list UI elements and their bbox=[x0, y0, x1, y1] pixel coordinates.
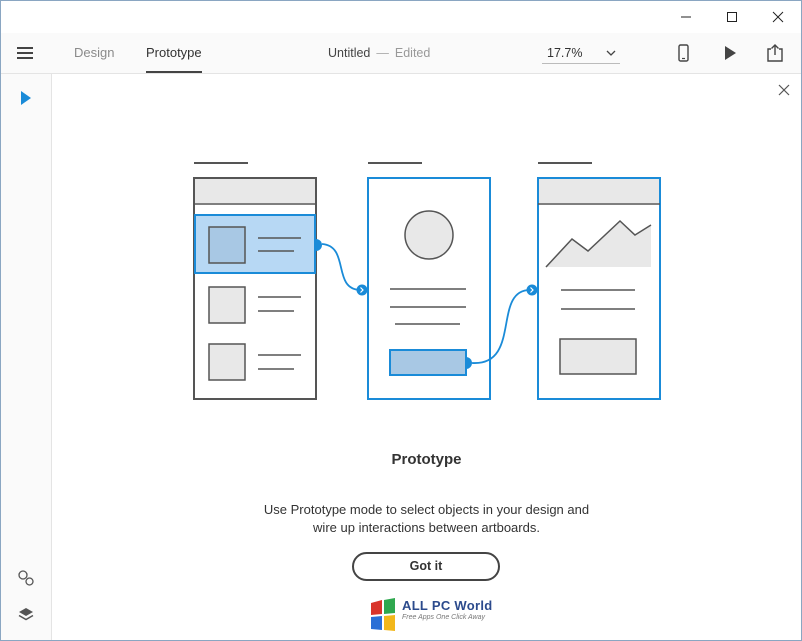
onboarding-description: Use Prototype mode to select objects in … bbox=[52, 501, 801, 537]
got-it-button[interactable]: Got it bbox=[352, 552, 500, 581]
symbols-icon[interactable] bbox=[16, 568, 36, 588]
description-line-2: wire up interactions between artboards. bbox=[313, 520, 540, 535]
artboard-chart bbox=[537, 162, 661, 400]
watermark-subtitle: Free Apps One Click Away bbox=[402, 614, 485, 621]
wire-handle bbox=[316, 239, 322, 251]
document-status: Edited bbox=[394, 46, 431, 60]
description-line-1: Use Prototype mode to select objects in … bbox=[263, 502, 590, 517]
chevron-down-icon[interactable] bbox=[605, 47, 617, 59]
artboard-list bbox=[193, 162, 317, 400]
minimize-button[interactable] bbox=[663, 1, 709, 33]
watermark-logo-icon bbox=[371, 598, 395, 631]
zoom-underline bbox=[542, 63, 620, 64]
arrow-select-icon[interactable] bbox=[17, 88, 33, 108]
phone-icon[interactable] bbox=[672, 43, 694, 63]
zoom-level[interactable]: 17.7% bbox=[547, 33, 582, 73]
document-title: Untitled — Edited bbox=[328, 33, 430, 73]
prototype-onboarding-panel: Prototype Use Prototype mode to select o… bbox=[52, 74, 801, 640]
maximize-icon bbox=[727, 12, 737, 22]
tab-prototype[interactable]: Prototype bbox=[146, 33, 202, 73]
wire-target-arrow bbox=[356, 284, 368, 296]
app-window: Design Prototype Untitled — Edited 17.7% bbox=[0, 0, 802, 641]
minimize-icon bbox=[681, 16, 691, 18]
left-toolbar bbox=[1, 74, 52, 640]
watermark-title: ALL PC World bbox=[402, 598, 493, 613]
layers-icon[interactable] bbox=[16, 605, 36, 625]
onboarding-title: Prototype bbox=[391, 451, 462, 468]
watermark: ALL PC World Free Apps One Click Away bbox=[365, 593, 495, 640]
document-name: Untitled bbox=[328, 46, 371, 60]
interaction-wire bbox=[321, 243, 361, 291]
tab-design[interactable]: Design bbox=[74, 33, 114, 73]
close-icon bbox=[772, 11, 784, 23]
title-separator: — bbox=[376, 46, 389, 60]
close-window-button[interactable] bbox=[755, 1, 801, 33]
app-header: Design Prototype Untitled — Edited 17.7% bbox=[1, 33, 801, 74]
maximize-button[interactable] bbox=[709, 1, 755, 33]
hamburger-menu-icon[interactable] bbox=[15, 44, 37, 62]
prototype-illustration bbox=[193, 162, 661, 400]
wire-target-arrow bbox=[526, 284, 538, 296]
title-bar bbox=[1, 1, 801, 33]
share-icon[interactable] bbox=[764, 43, 786, 63]
play-icon[interactable] bbox=[719, 43, 741, 63]
